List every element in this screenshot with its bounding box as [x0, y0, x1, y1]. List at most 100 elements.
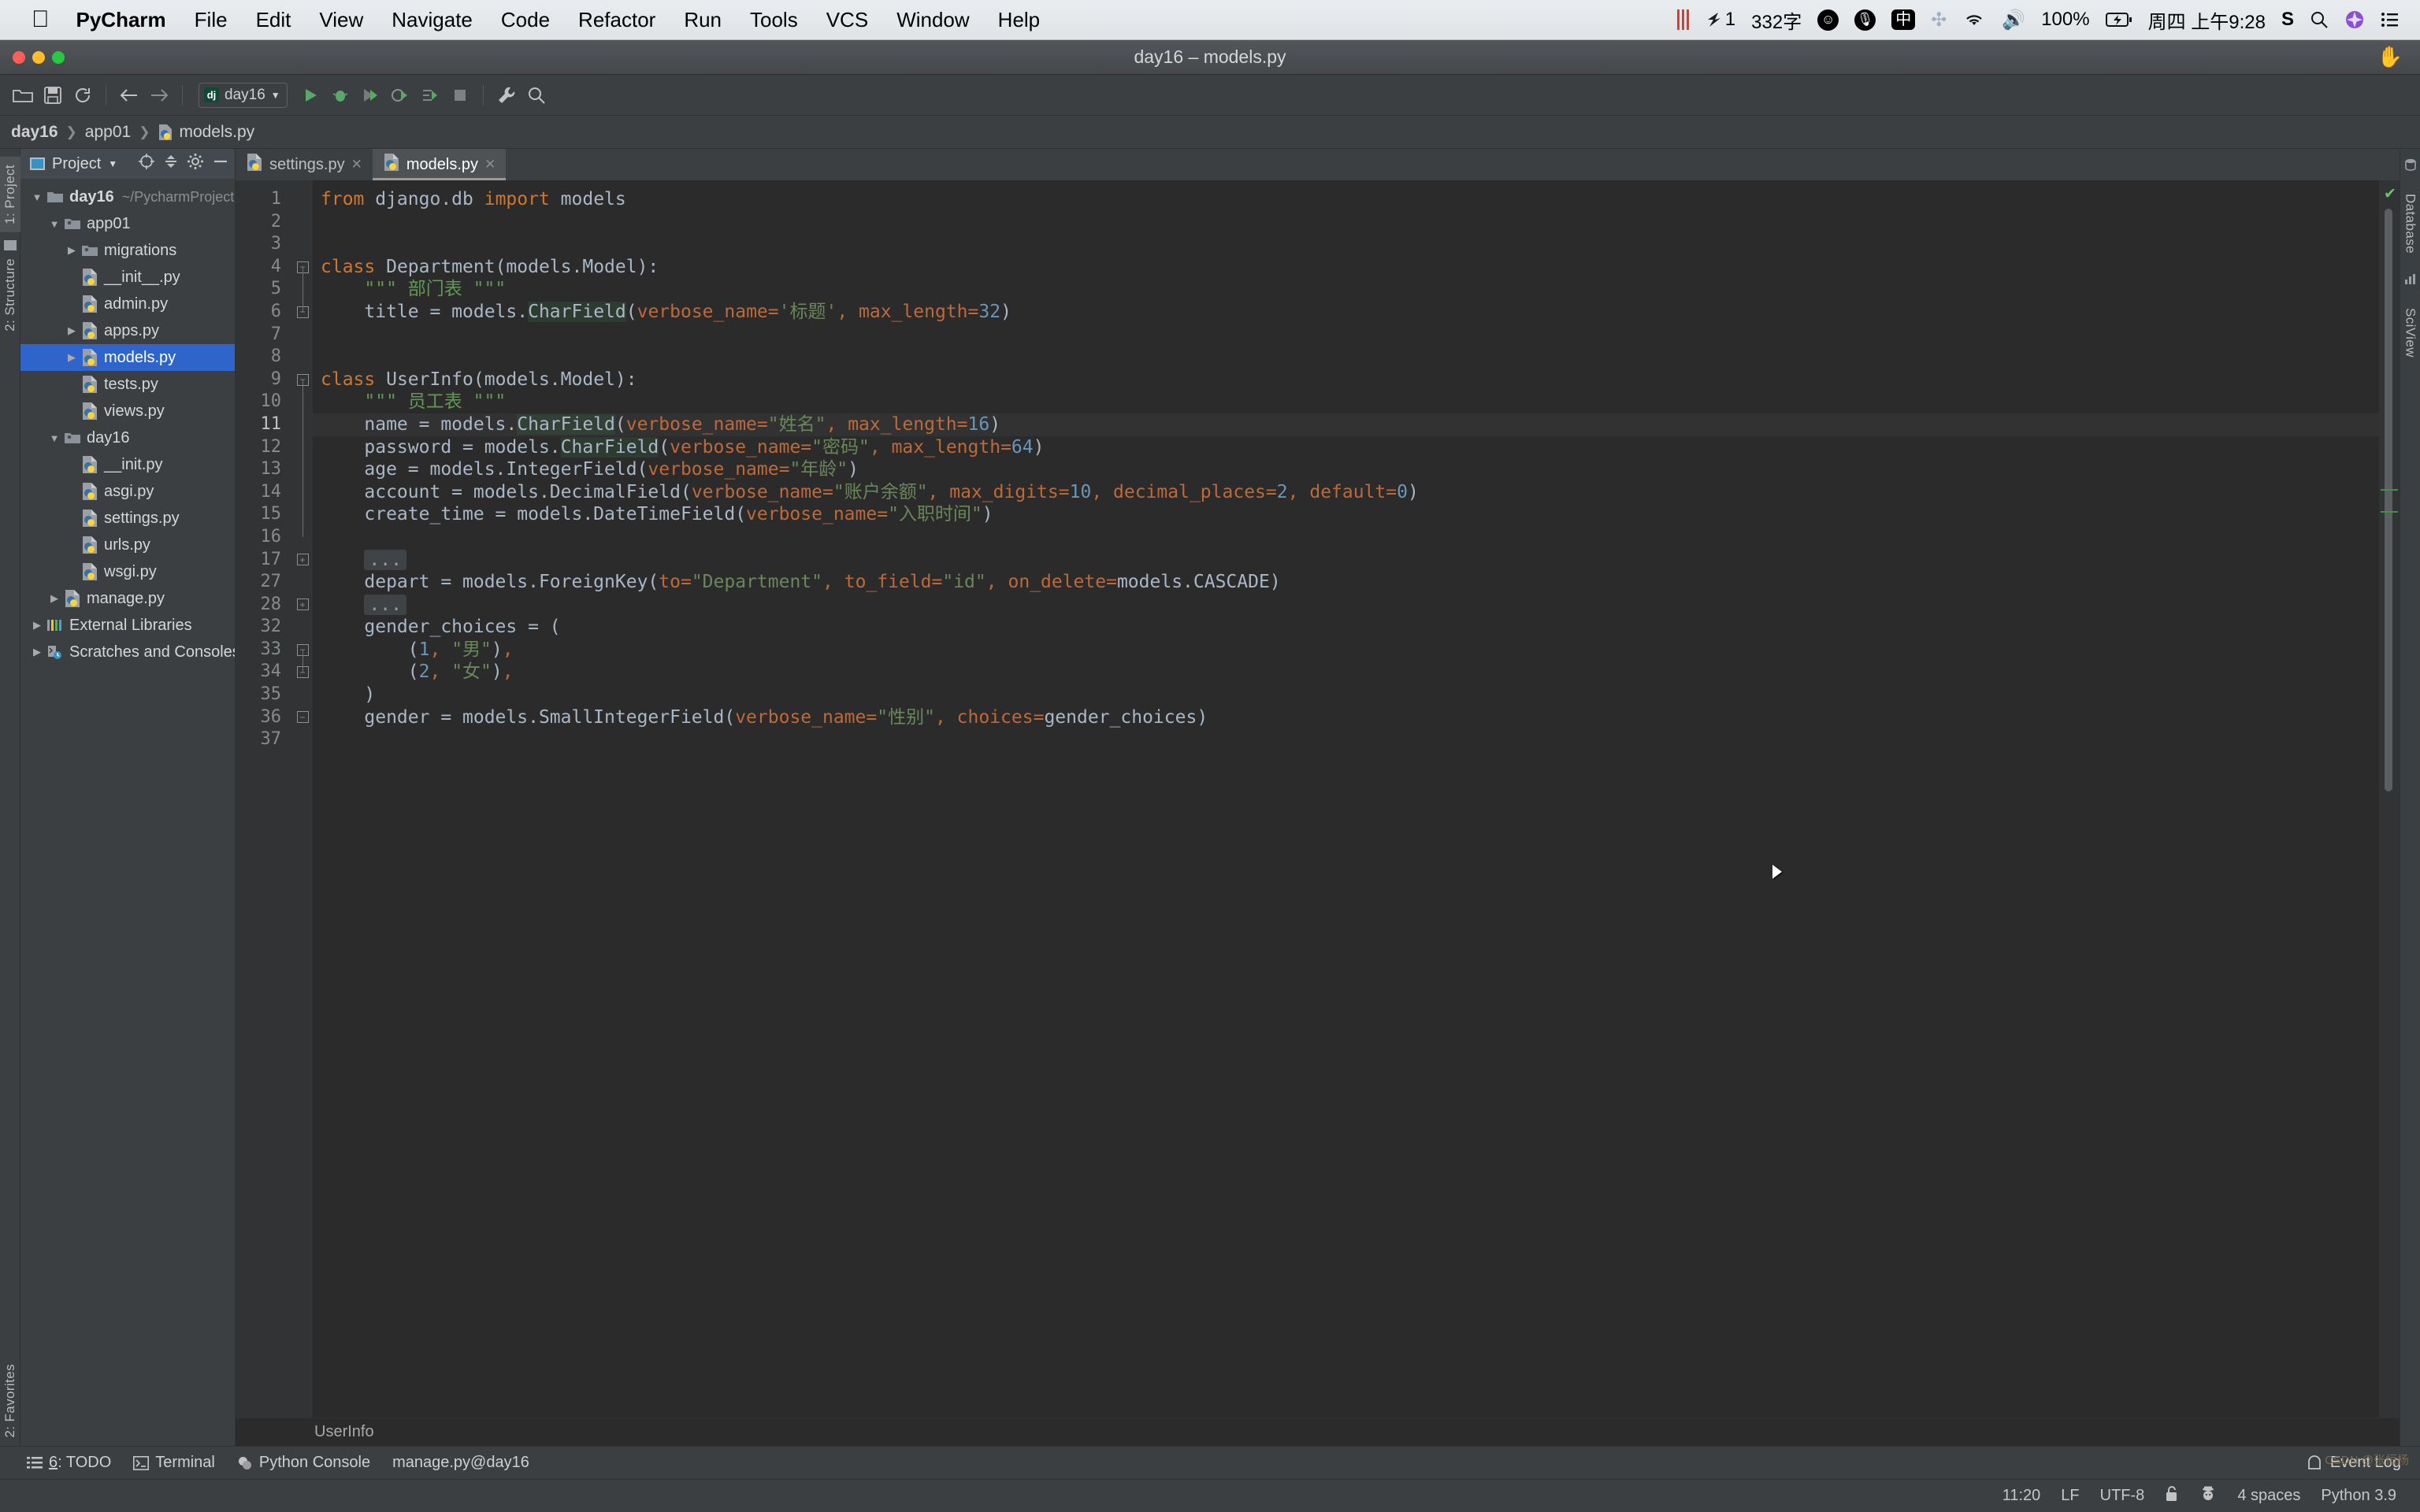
code-line[interactable]: password = models.CharField(verbose_name…: [313, 436, 2379, 459]
code-line[interactable]: depart = models.ForeignKey(to="Departmen…: [313, 571, 2379, 594]
tree-item-urls-py[interactable]: ·urls.py: [20, 532, 235, 558]
volume-icon[interactable]: 🔊: [2002, 9, 2025, 32]
menu-window[interactable]: Window: [896, 8, 969, 32]
menu-tools[interactable]: Tools: [750, 8, 798, 32]
project-tree[interactable]: ▼day16~/PycharmProjects/gx/day16▼app01▶m…: [20, 179, 235, 1446]
menu-vcs[interactable]: VCS: [826, 8, 868, 32]
menu-refactor[interactable]: Refactor: [578, 8, 655, 32]
code-line[interactable]: account = models.DecimalField(verbose_na…: [313, 481, 2379, 504]
emoji-icon[interactable]: ☺: [1817, 9, 1839, 31]
code-line[interactable]: create_time = models.DateTimeField(verbo…: [313, 503, 2379, 526]
tool-window-manage-py[interactable]: manage.py@day16: [392, 1454, 529, 1472]
menu-help[interactable]: Help: [998, 8, 1040, 32]
tree-item-admin-py[interactable]: ·admin.py: [20, 291, 235, 317]
code-line[interactable]: [313, 211, 2379, 234]
menu-pycharm[interactable]: PyCharm: [76, 8, 166, 32]
menu-edit[interactable]: Edit: [256, 8, 291, 32]
sidebar-item-sciview[interactable]: SciView: [2400, 300, 2420, 365]
tree-item-scratches-and-consoles[interactable]: ▶Scratches and Consoles: [20, 639, 235, 665]
hector-inspection-icon[interactable]: [2199, 1485, 2217, 1507]
folded-region-placeholder[interactable]: ...: [364, 595, 406, 615]
code-line[interactable]: class UserInfo(models.Model):: [313, 369, 2379, 391]
breadcrumb-item-file[interactable]: models.py: [158, 123, 254, 142]
apple-icon[interactable]: : [32, 8, 50, 32]
record-bars-icon[interactable]: [1677, 9, 1689, 30]
menu-view[interactable]: View: [319, 8, 363, 32]
clock-label[interactable]: 周四 上午9:28: [2148, 6, 2266, 34]
tool-window-python-console[interactable]: Python Console: [237, 1454, 370, 1472]
tree-item--init-py[interactable]: ·__init.py: [20, 451, 235, 478]
battery-percent[interactable]: 100%: [2041, 9, 2089, 31]
code-line[interactable]: [313, 346, 2379, 369]
tree-item-day16[interactable]: ▼day16~/PycharmProjects/gx/day16: [20, 183, 235, 210]
menu-file[interactable]: File: [195, 8, 228, 32]
code-line[interactable]: ...: [313, 549, 2379, 572]
tree-item-external-libraries[interactable]: ▶External Libraries: [20, 612, 235, 639]
profile-button[interactable]: [387, 82, 414, 109]
menu-code[interactable]: Code: [501, 8, 550, 32]
sogou-s-icon[interactable]: S: [2281, 9, 2294, 31]
debug-button[interactable]: [327, 82, 354, 109]
tree-item-apps-py[interactable]: ▶apps.py: [20, 317, 235, 344]
tool-window-terminal[interactable]: Terminal: [133, 1454, 215, 1472]
tree-item--init-py[interactable]: ·__init__.py: [20, 264, 235, 291]
indent-setting[interactable]: 4 spaces: [2237, 1487, 2300, 1505]
tree-item-models-py[interactable]: ▶models.py: [20, 344, 235, 371]
chevron-right-icon[interactable]: ▶: [63, 351, 80, 364]
code-line[interactable]: from django.db import models: [313, 188, 2379, 211]
breadcrumb-item-app01[interactable]: app01: [85, 123, 131, 142]
code-line[interactable]: [313, 526, 2379, 549]
code-line[interactable]: [313, 233, 2379, 256]
folded-region-placeholder[interactable]: ...: [364, 550, 406, 570]
microphone-icon[interactable]: 🎙: [1854, 9, 1876, 31]
run-with-coverage-button[interactable]: [357, 82, 384, 109]
code-line[interactable]: title = models.CharField(verbose_name='标…: [313, 301, 2379, 324]
lock-icon[interactable]: [2165, 1485, 2179, 1507]
navigate-forward-icon[interactable]: [146, 82, 173, 109]
sidebar-item-favorites[interactable]: 2: Favorites: [0, 1356, 20, 1446]
chevron-right-icon[interactable]: ▶: [63, 324, 80, 337]
tree-item-day16[interactable]: ▼day16: [20, 424, 235, 451]
chevron-right-icon[interactable]: ▶: [63, 244, 80, 257]
sidebar-item-project[interactable]: 1: Project: [0, 157, 20, 232]
search-everywhere-icon[interactable]: [523, 82, 550, 109]
tree-item-wsgi-py[interactable]: ·wsgi.py: [20, 558, 235, 585]
code-line[interactable]: gender = models.SmallIntegerField(verbos…: [313, 706, 2379, 729]
fold-end-icon[interactable]: −: [292, 706, 313, 729]
chevron-down-icon[interactable]: ▼: [108, 158, 117, 169]
editor-tab-settings-py[interactable]: settings.py✕: [236, 149, 373, 180]
editor-scrollbar-thumb[interactable]: [2385, 209, 2392, 791]
error-stripe-marker-bar[interactable]: ✔: [2379, 180, 2400, 1418]
chevron-right-icon[interactable]: ▶: [46, 592, 63, 605]
tree-item-settings-py[interactable]: ·settings.py: [20, 505, 235, 532]
chevron-right-icon[interactable]: ▶: [28, 619, 46, 632]
word-count-label[interactable]: 332字: [1751, 6, 1802, 34]
scroll-from-source-icon[interactable]: [138, 153, 155, 175]
run-configuration-selector[interactable]: dj day16 ▼: [199, 83, 288, 108]
editor-tab-models-py[interactable]: models.py✕: [373, 149, 506, 180]
attach-debugger-button[interactable]: [417, 82, 444, 109]
save-all-icon[interactable]: [39, 82, 66, 109]
fold-expand-icon[interactable]: +: [292, 594, 313, 617]
close-icon[interactable]: ✕: [351, 157, 362, 172]
menu-navigate[interactable]: Navigate: [392, 8, 473, 32]
tree-item-app01[interactable]: ▼app01: [20, 210, 235, 237]
settings-wrench-icon[interactable]: [493, 82, 520, 109]
sidebar-item-database[interactable]: Database: [2400, 186, 2420, 261]
chevron-down-icon[interactable]: ▼: [28, 191, 46, 203]
code-line[interactable]: name = models.CharField(verbose_name="姓名…: [313, 413, 2379, 436]
menu-run[interactable]: Run: [684, 8, 722, 32]
code-line[interactable]: age = models.IntegerField(verbose_name="…: [313, 458, 2379, 481]
sync-refresh-icon[interactable]: [69, 82, 96, 109]
code-line[interactable]: [313, 728, 2379, 751]
hide-panel-icon[interactable]: [213, 154, 228, 174]
sogou-input-icon[interactable]: 1: [1705, 9, 1735, 31]
stop-button[interactable]: [447, 82, 473, 109]
battery-icon[interactable]: [2106, 12, 2132, 28]
ime-language-icon[interactable]: 中: [1891, 9, 1915, 30]
fold-expand-icon[interactable]: +: [292, 549, 313, 572]
run-button[interactable]: [297, 82, 324, 109]
tree-item-migrations[interactable]: ▶migrations: [20, 237, 235, 264]
tree-item-tests-py[interactable]: ·tests.py: [20, 371, 235, 398]
line-separator[interactable]: LF: [2061, 1487, 2079, 1505]
